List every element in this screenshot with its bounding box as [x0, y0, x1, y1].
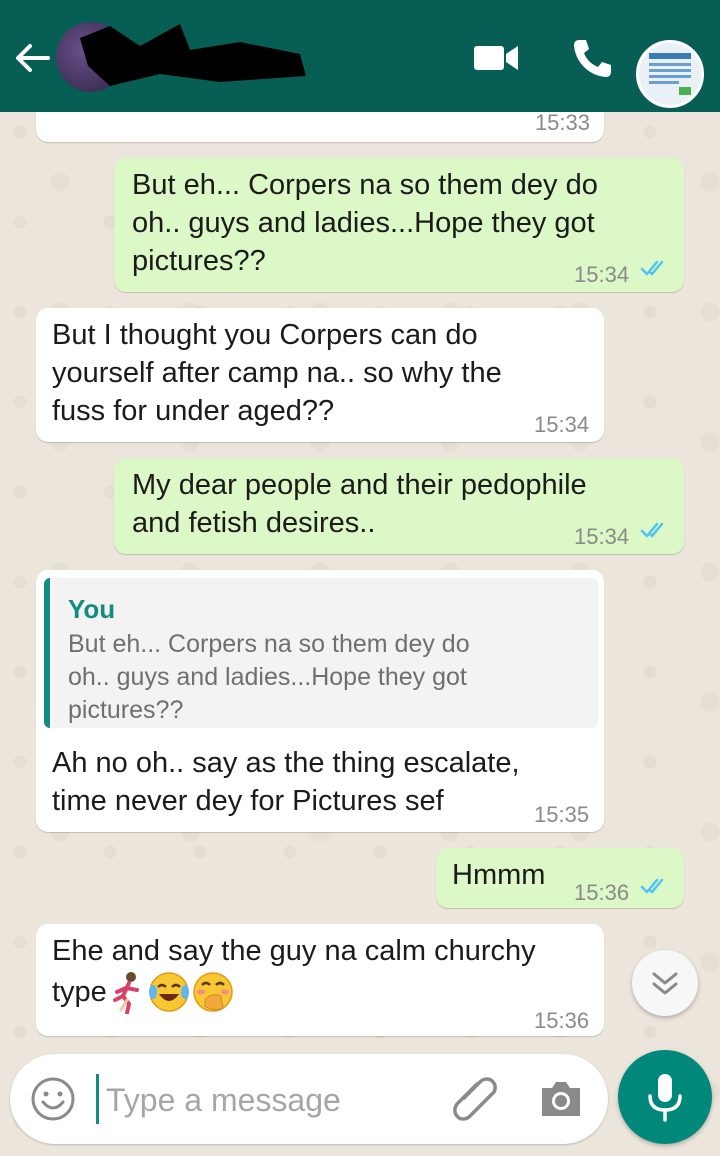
video-call-button[interactable]	[472, 40, 520, 76]
arrow-left-icon	[16, 44, 50, 72]
message-text-line: type	[52, 976, 107, 1008]
message-time: 15:34	[574, 262, 630, 287]
back-button[interactable]	[12, 40, 52, 76]
quoted-text: But eh... Corpers na so them dey do oh..…	[68, 630, 470, 724]
runner-woman-emoji-icon	[112, 972, 139, 1014]
message-bubble-outgoing[interactable]: Hmmm 15:36	[436, 848, 684, 908]
message-bubble-outgoing[interactable]: But eh... Corpers na so them dey do oh..…	[114, 158, 684, 292]
phone-icon	[574, 40, 611, 77]
message-input[interactable]	[104, 1070, 448, 1130]
double-chevron-down-icon	[652, 972, 678, 995]
voice-message-button[interactable]	[618, 1050, 712, 1144]
voice-call-button[interactable]	[570, 36, 614, 80]
message-text: Ehe and say the guy na calm churchy type	[52, 932, 536, 1014]
message-time: 15:34	[574, 524, 630, 549]
tears-of-joy-emoji-icon	[148, 972, 189, 1012]
message-bubble-incoming[interactable]: Ehe and say the guy na calm churchy type	[36, 924, 604, 1036]
smiley-icon	[31, 1077, 75, 1121]
message-text: My dear people and their pedophile and f…	[132, 469, 587, 539]
hand-over-mouth-emoji-icon	[193, 972, 233, 1012]
message-text-line: Ehe and say the guy na calm churchy	[52, 935, 536, 967]
message-time: 15:35	[534, 802, 590, 827]
video-call-icon	[474, 46, 518, 70]
chat-header	[0, 0, 720, 112]
paperclip-icon	[453, 1077, 497, 1121]
quoted-author: You	[68, 594, 116, 624]
message-bubble-incoming[interactable]: But I thought you Corpers can do yoursel…	[36, 308, 604, 442]
message-text: Hmmm	[452, 859, 546, 891]
profile-image	[639, 43, 701, 105]
text-cursor	[96, 1074, 99, 1124]
attach-button[interactable]	[450, 1074, 500, 1124]
message-text: But eh... Corpers na so them dey do oh..…	[132, 169, 598, 277]
emoji-button[interactable]	[30, 1076, 76, 1122]
message-time: 15:36	[534, 1008, 590, 1033]
message-composer	[10, 1054, 608, 1144]
scroll-to-bottom-button[interactable]	[632, 950, 698, 1016]
message-time: 15:34	[534, 412, 590, 437]
contact-profile-picture[interactable]	[636, 40, 704, 108]
message-bubble-outgoing[interactable]: My dear people and their pedophile and f…	[114, 458, 684, 554]
read-receipt-icon	[640, 522, 664, 538]
redacted-contact-name	[80, 24, 306, 86]
message-text: Ah no oh.. say as the thing escalate, ti…	[52, 747, 520, 817]
microphone-icon	[648, 1074, 682, 1122]
message-bubble-incoming-reply[interactable]: You But eh... Corpers na so them dey do …	[36, 570, 604, 832]
message-time: 15:36	[574, 880, 630, 905]
camera-icon	[542, 1082, 580, 1116]
read-receipt-icon	[640, 260, 664, 276]
read-receipt-icon	[640, 878, 664, 894]
message-text: But I thought you Corpers can do yoursel…	[52, 319, 502, 427]
camera-button[interactable]	[538, 1076, 584, 1122]
quoted-message[interactable]: You But eh... Corpers na so them dey do …	[44, 578, 598, 728]
